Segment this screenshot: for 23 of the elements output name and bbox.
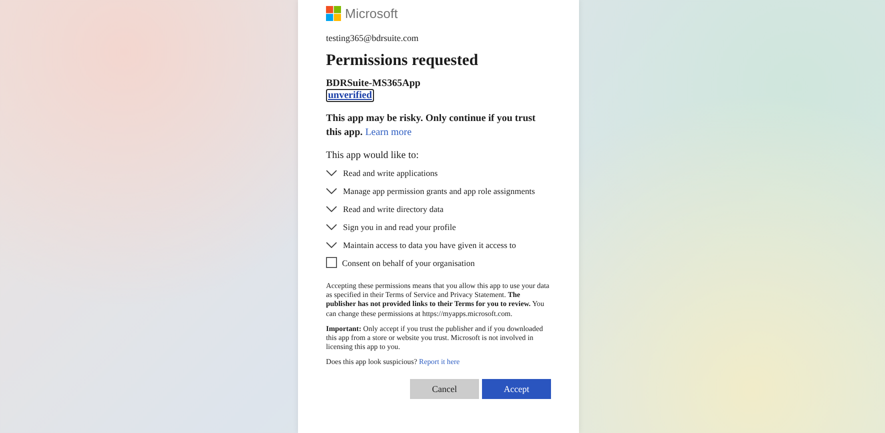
chevron-icon[interactable]: [326, 224, 337, 230]
permissions-heading: This app would like to:: [326, 150, 420, 161]
chevron-icon[interactable]: [326, 188, 337, 194]
learn-more-link[interactable]: Learn more: [365, 127, 412, 138]
warning-text: This app may be risky. Only continue if you trust this app. Learn more: [326, 112, 536, 140]
microsoft-logo-icon: [326, 6, 341, 20]
chevron-icon[interactable]: [326, 170, 337, 176]
permission-label[interactable]: Read and write applications: [343, 168, 438, 178]
permission-label[interactable]: Read and write directory data: [343, 204, 444, 214]
unverified-link[interactable]: unverified: [326, 89, 374, 102]
page-title: Permissions requested: [326, 52, 480, 70]
accept-button[interactable]: Accept: [482, 378, 551, 399]
brand-name: Microsoft: [345, 6, 398, 20]
consent-checkbox[interactable]: [326, 257, 337, 268]
chevron-icon[interactable]: [326, 242, 337, 248]
account-email: testing365@bdrsuite.com: [326, 33, 420, 43]
app-name: BDRSuite-MS365App: [326, 78, 422, 89]
cancel-button[interactable]: Cancel: [410, 378, 479, 399]
chevron-icon[interactable]: [326, 206, 337, 212]
permission-label[interactable]: Manage app permission grants and app role assignments: [343, 186, 535, 196]
consent-label[interactable]: Consent on behalf of your organisation: [342, 258, 475, 268]
permission-label[interactable]: Sign you in and read your profile: [343, 222, 456, 232]
permission-label[interactable]: Maintain access to data you have given it access to: [343, 240, 516, 250]
